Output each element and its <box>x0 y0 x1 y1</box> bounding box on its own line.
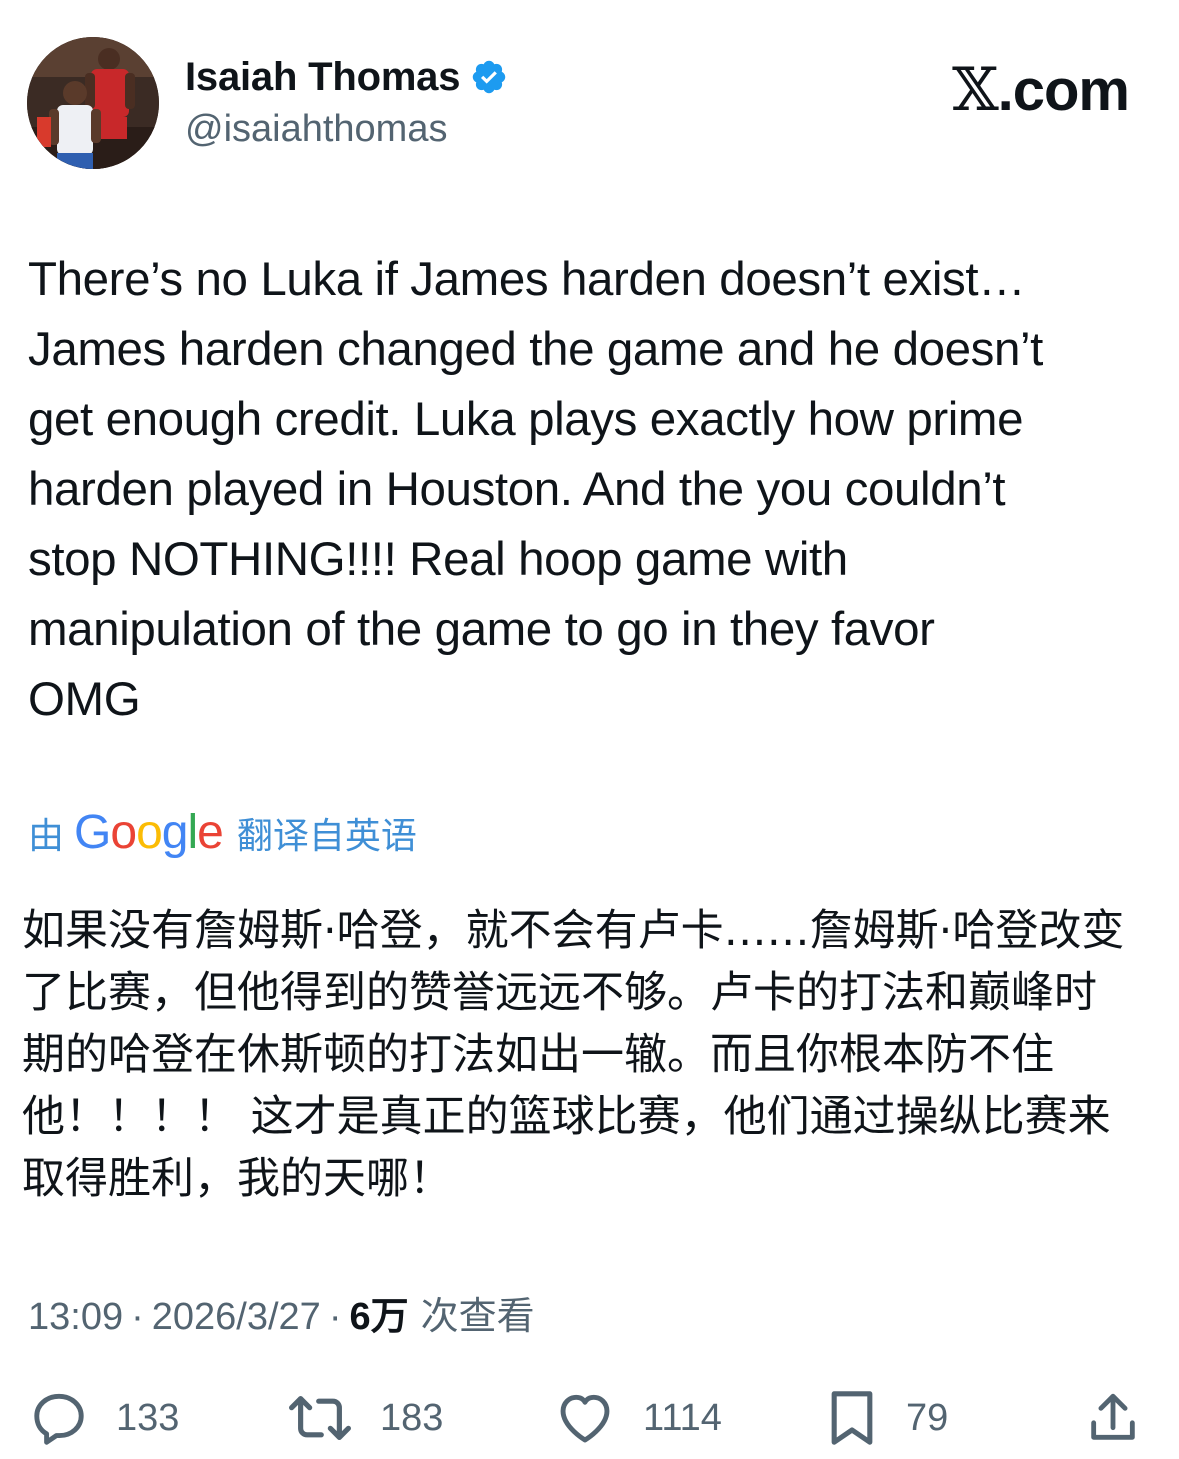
tweet-text-line: harden played in Houston. And the you co… <box>28 463 1006 516</box>
tweet-text: There’s no Luka if James harden doesn’t … <box>28 245 1153 735</box>
translated-text: 如果没有詹姆斯·哈登，就不会有卢卡……詹姆斯·哈登改变 了比赛，但他得到的赞誉远… <box>22 900 1157 1210</box>
meta-separator: · <box>131 1296 144 1338</box>
google-logo-icon: Google <box>74 806 224 859</box>
google-logo-letter: l <box>187 806 198 859</box>
author-name-row[interactable]: Isaiah Thomas <box>185 52 508 102</box>
translation-by-label: 由 <box>28 815 65 856</box>
translated-text-line: 了比赛，但他得到的赞誉远远不够。卢卡的打法和巅峰时 <box>22 968 1097 1018</box>
reply-count: 133 <box>116 1396 180 1439</box>
x-com-brand: 𝕏 .com <box>952 55 1130 125</box>
tweet-date[interactable]: 2026/3/27 <box>152 1296 321 1339</box>
bookmark-icon <box>831 1391 873 1445</box>
heart-icon <box>560 1394 610 1443</box>
google-logo-letter: g <box>161 806 189 859</box>
author-avatar[interactable] <box>27 37 159 169</box>
google-logo-letter: o <box>110 806 137 859</box>
tweet-text-line: manipulation of the game to go in they f… <box>28 603 935 656</box>
repost-icon <box>289 1396 351 1440</box>
author-display-name[interactable]: Isaiah Thomas <box>185 55 460 100</box>
meta-separator: · <box>328 1296 342 1338</box>
translated-text-line: 如果没有詹姆斯·哈登，就不会有卢卡……詹姆斯·哈登改变 <box>22 906 1125 956</box>
views-label[interactable]: 次查看 <box>421 1285 535 1340</box>
repost-button[interactable]: 183 <box>286 1383 443 1453</box>
bookmark-count: 79 <box>906 1396 949 1439</box>
tweet-text-line: There’s no Luka if James harden doesn’t … <box>28 253 1026 306</box>
google-logo-letter: G <box>74 806 111 859</box>
x-logo-icon: 𝕏 <box>952 55 999 125</box>
share-button[interactable] <box>1084 1383 1142 1453</box>
like-button[interactable]: 1114 <box>553 1383 722 1453</box>
translation-attribution[interactable]: 由 Google 翻译自英语 <box>28 803 417 863</box>
reply-button[interactable]: 133 <box>28 1383 179 1453</box>
tweet-text-line: stop NOTHING!!!! Real hoop game with <box>28 533 848 586</box>
like-count: 1114 <box>643 1396 722 1439</box>
translated-text-line: 期的哈登在休斯顿的打法如出一辙。而且你根本防不住 <box>22 1030 1054 1080</box>
share-icon <box>1091 1393 1135 1440</box>
tweet-meta: 13:09 · 2026/3/27 · 6万 次查看 <box>28 1285 535 1340</box>
translation-source-label[interactable]: 翻译自英语 <box>237 807 417 859</box>
google-logo-letter: o <box>136 806 163 859</box>
translated-text-line: 取得胜利，我的天哪！ <box>22 1154 452 1204</box>
brand-label: .com <box>997 57 1130 123</box>
translated-text-line: 他！！！！ 这才是真正的篮球比赛，他们通过操纵比赛来 <box>22 1092 1111 1142</box>
tweet-time[interactable]: 13:09 <box>28 1296 123 1339</box>
verified-badge-icon <box>470 58 508 96</box>
tweet-text-line: James harden changed the game and he doe… <box>28 323 1043 376</box>
tweet-text-line: OMG <box>28 673 141 726</box>
avatar-image <box>27 37 159 169</box>
repost-count: 183 <box>380 1396 444 1439</box>
google-logo-letter: e <box>197 806 224 859</box>
views-count[interactable]: 6万 <box>349 1285 408 1340</box>
tweet-action-bar: 133 183 1114 79 <box>0 1383 1179 1453</box>
author-handle[interactable]: @isaiahthomas <box>185 108 447 151</box>
bookmark-button[interactable]: 79 <box>824 1383 948 1453</box>
tweet-text-line: get enough credit. Luka plays exactly ho… <box>28 393 1024 446</box>
reply-icon <box>34 1393 84 1445</box>
